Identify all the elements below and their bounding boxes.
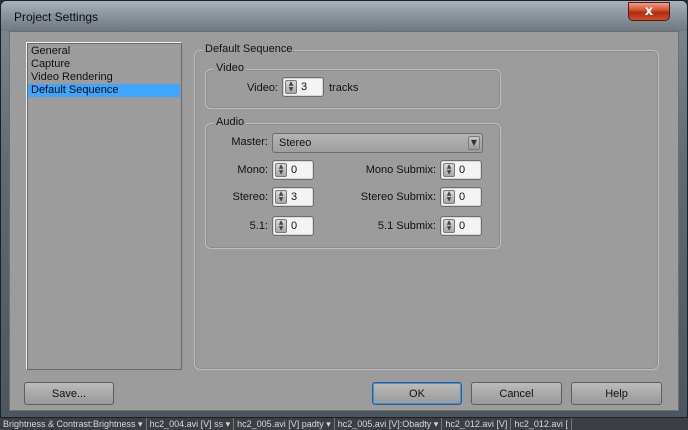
timeline-clip-label[interactable]: hc2_005.avi [V]:Obadty ▾: [335, 418, 443, 430]
stereo-label: Stereo:: [232, 191, 268, 203]
background-timeline-strip: Brightness & Contrast:Brightness ▾ hc2_00…: [0, 418, 688, 430]
close-button[interactable]: x: [628, 2, 670, 21]
video-legend: Video: [214, 62, 246, 74]
timeline-clip-label[interactable]: hc2_012.avi [V]: [442, 418, 512, 430]
five-one-submix-value[interactable]: 0: [459, 220, 465, 232]
close-icon: x: [644, 4, 654, 19]
stereo-submix-label: Stereo Submix:: [360, 191, 436, 203]
default-sequence-legend: Default Sequence: [203, 43, 295, 55]
title-bar[interactable]: Project Settings x: [1, 1, 687, 31]
stepper-arrows-icon[interactable]: ▲ ▼: [443, 163, 455, 177]
mono-submix-stepper[interactable]: ▲ ▼ 0: [440, 160, 482, 180]
project-settings-window: Project Settings x General Capture Video…: [0, 0, 688, 418]
stereo-submix-stepper[interactable]: ▲ ▼ 0: [440, 187, 482, 207]
master-label: Master:: [231, 136, 268, 148]
mono-submix-value[interactable]: 0: [459, 164, 465, 176]
stepper-arrows-icon[interactable]: ▲ ▼: [443, 219, 455, 233]
audio-group: Audio Master: Stereo ▼ Mono: ▲ ▼ 0 Mono S…: [205, 116, 501, 249]
timeline-clip-label[interactable]: hc2_012.avi [: [511, 418, 572, 430]
save-button[interactable]: Save...: [24, 382, 114, 405]
video-tracks-label: Video:: [247, 82, 278, 94]
five-one-submix-stepper[interactable]: ▲ ▼ 0: [440, 216, 482, 236]
video-tracks-stepper[interactable]: ▲ ▼ 3: [282, 77, 324, 97]
nav-item-general[interactable]: General: [28, 45, 180, 58]
timeline-clip-label[interactable]: hc2_004.avi [V] ss ▾: [147, 418, 235, 430]
master-select[interactable]: Stereo ▼: [272, 133, 483, 153]
video-tracks-value[interactable]: 3: [301, 81, 307, 93]
default-sequence-group: Default Sequence Video Video: ▲ ▼ 3 track…: [194, 43, 659, 370]
cancel-button[interactable]: Cancel: [471, 382, 562, 405]
audio-legend: Audio: [214, 116, 247, 128]
master-select-value: Stereo: [279, 137, 312, 149]
timeline-clip-label[interactable]: Brightness & Contrast:Brightness ▾: [0, 418, 147, 430]
video-group: Video Video: ▲ ▼ 3 tracks: [205, 62, 501, 109]
mono-submix-label: Mono Submix:: [365, 164, 436, 176]
window-title: Project Settings: [14, 10, 99, 24]
five-one-stepper[interactable]: ▲ ▼ 0: [272, 216, 314, 236]
five-one-value[interactable]: 0: [291, 220, 297, 232]
settings-category-list[interactable]: General Capture Video Rendering Default …: [26, 42, 182, 370]
chevron-down-icon[interactable]: ▼: [468, 136, 480, 150]
stepper-arrows-icon[interactable]: ▲ ▼: [275, 163, 287, 177]
stereo-submix-value[interactable]: 0: [459, 191, 465, 203]
timeline-clip-label[interactable]: hc2_005.avi [V] padty ▾: [234, 418, 335, 430]
help-button[interactable]: Help: [571, 382, 662, 405]
ok-button[interactable]: OK: [372, 382, 462, 405]
stereo-value[interactable]: 3: [291, 191, 297, 203]
mono-value[interactable]: 0: [291, 164, 297, 176]
five-one-submix-label: 5.1 Submix:: [377, 220, 436, 232]
stepper-arrows-icon[interactable]: ▲ ▼: [275, 190, 287, 204]
stepper-arrows-icon[interactable]: ▲ ▼: [443, 190, 455, 204]
nav-item-capture[interactable]: Capture: [28, 58, 180, 71]
stepper-arrows-icon[interactable]: ▲ ▼: [275, 219, 287, 233]
mono-stepper[interactable]: ▲ ▼ 0: [272, 160, 314, 180]
nav-item-video-rendering[interactable]: Video Rendering: [28, 71, 180, 84]
tracks-label: tracks: [329, 82, 359, 94]
stereo-stepper[interactable]: ▲ ▼ 3: [272, 187, 314, 207]
five-one-label: 5.1:: [249, 220, 268, 232]
nav-item-default-sequence[interactable]: Default Sequence: [28, 84, 180, 97]
stepper-arrows-icon[interactable]: ▲ ▼: [285, 80, 297, 94]
mono-label: Mono:: [237, 164, 268, 176]
dialog-body: General Capture Video Rendering Default …: [9, 31, 679, 411]
